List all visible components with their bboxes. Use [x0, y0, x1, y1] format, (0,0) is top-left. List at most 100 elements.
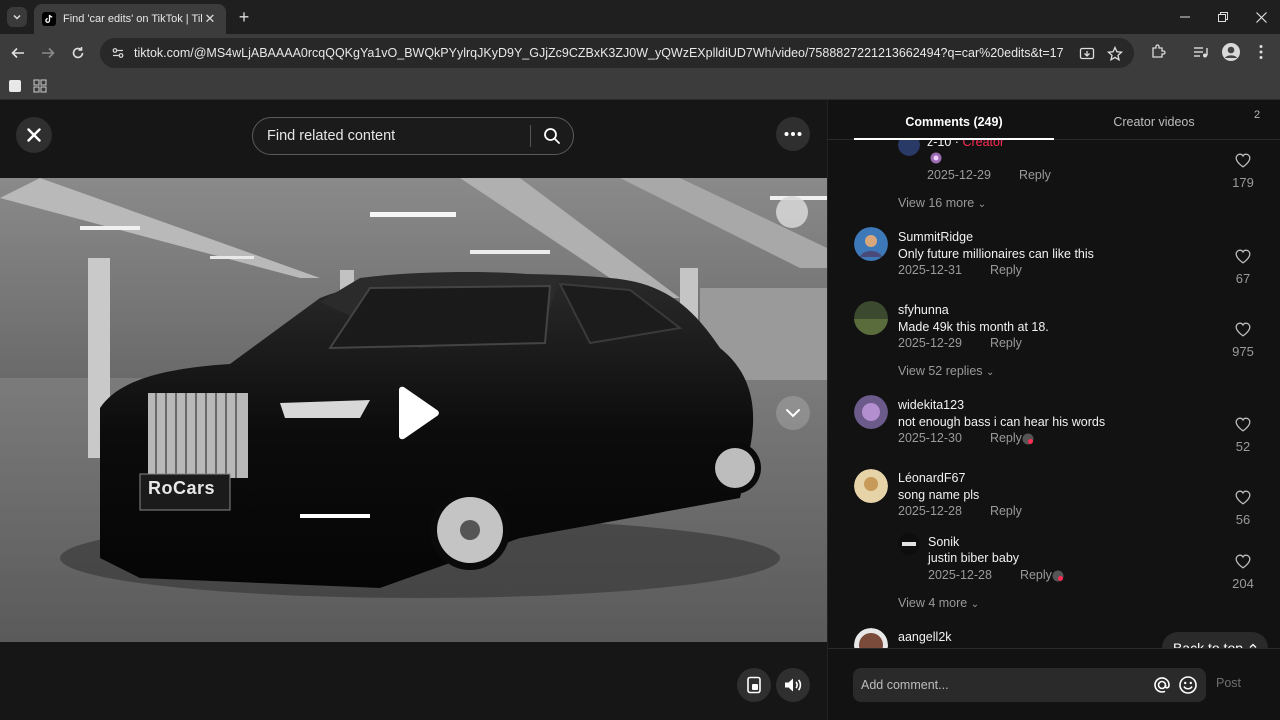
chevron-down-icon	[786, 409, 800, 418]
sticker-emoji-icon	[1052, 570, 1064, 582]
emoji-icon[interactable]	[1178, 675, 1198, 695]
avatar[interactable]	[854, 227, 888, 261]
comment-author[interactable]: aangell2k	[898, 630, 952, 644]
like-count: 56	[1235, 512, 1251, 527]
view-more-replies[interactable]: View 16 more ⌄	[898, 196, 986, 210]
heart-icon	[1235, 249, 1251, 264]
comment-meta: 2025-12-28 Reply	[898, 504, 1022, 518]
play-icon[interactable]	[393, 386, 441, 440]
profile-avatar[interactable]	[1220, 41, 1242, 63]
forward-button[interactable]	[36, 41, 60, 65]
post-button[interactable]: Post	[1216, 676, 1241, 690]
volume-icon	[785, 678, 802, 692]
address-toolbar: tiktok.com/@MS4wLjABAAAA0rcqQQKgYa1vO_BW…	[0, 34, 1280, 72]
restore-button[interactable]	[1204, 0, 1242, 34]
heart-icon	[1235, 417, 1251, 432]
minimize-button[interactable]	[1166, 0, 1204, 34]
sticker-emoji-icon	[1022, 433, 1034, 445]
search-button[interactable]	[531, 118, 573, 154]
comment-author[interactable]: LéonardF67	[898, 471, 965, 485]
reply-button[interactable]: Reply	[990, 336, 1022, 350]
related-search-box	[252, 117, 574, 155]
browser-menu-icon[interactable]	[1250, 41, 1272, 63]
like-count: 204	[1232, 576, 1254, 591]
like-button[interactable]: 204	[1228, 554, 1258, 591]
comment-author[interactable]: z-10 · Creator	[927, 140, 1004, 149]
bookmark-page-icon[interactable]	[7, 78, 23, 94]
more-dots-icon	[784, 132, 802, 136]
tab-extra-count: 2	[1254, 109, 1261, 121]
bookmark-star-icon[interactable]	[1106, 45, 1124, 63]
comment-author[interactable]: SummitRidge	[898, 230, 973, 244]
view-more-replies[interactable]: View 52 replies ⌄	[898, 364, 994, 378]
reload-button[interactable]	[66, 41, 90, 65]
active-tab[interactable]: Find 'car edits' on TikTok | TikTok ✕	[34, 4, 226, 34]
more-options-button[interactable]	[776, 117, 810, 151]
view-more-replies[interactable]: View 4 more ⌄	[898, 596, 979, 610]
volume-button[interactable]	[776, 668, 810, 702]
video-frame[interactable]: RoCars	[0, 178, 827, 642]
apps-grid-icon[interactable]	[32, 78, 48, 94]
avatar[interactable]	[898, 140, 920, 156]
reply-button[interactable]: Reply	[1020, 568, 1052, 582]
picture-in-picture-button[interactable]	[737, 668, 771, 702]
tab-search-button[interactable]	[7, 7, 27, 27]
heart-icon	[1235, 490, 1251, 505]
browser-tab-strip: Find 'car edits' on TikTok | TikTok ✕ +	[0, 0, 1280, 34]
close-video-button[interactable]	[16, 117, 52, 153]
comment-author[interactable]: Sonik	[928, 535, 959, 549]
avatar[interactable]	[854, 301, 888, 335]
search-icon	[544, 128, 560, 144]
back-to-top-label: Back to top	[1172, 640, 1244, 648]
reply-button[interactable]: Reply	[990, 504, 1022, 518]
reply-button[interactable]: Reply	[990, 431, 1022, 445]
back-button[interactable]	[6, 41, 30, 65]
comment-author[interactable]: widekita123	[898, 398, 964, 412]
tab-comments[interactable]: Comments (249)	[854, 100, 1054, 140]
next-video-button[interactable]	[776, 396, 810, 430]
like-button[interactable]: 67	[1228, 249, 1258, 286]
tiktok-video-page: RoCars Comments (249) Creator videos 2 z…	[0, 100, 1280, 720]
video-watermark-text: RoCars	[148, 478, 216, 498]
tab-close-icon[interactable]: ✕	[202, 11, 218, 27]
arrow-right-icon	[42, 47, 55, 59]
address-bar[interactable]: tiktok.com/@MS4wLjABAAAA0rcqQQKgYa1vO_BW…	[100, 38, 1134, 68]
install-app-icon[interactable]	[1078, 45, 1096, 63]
tiktok-favicon-icon	[42, 12, 56, 26]
back-to-top-button[interactable]: Back to top	[1162, 632, 1268, 648]
arrow-left-icon	[11, 47, 24, 59]
url-text: tiktok.com/@MS4wLjABAAAA0rcqQQKgYa1vO_BW…	[134, 46, 1064, 60]
related-search-input[interactable]	[253, 128, 530, 144]
new-tab-button[interactable]: +	[234, 7, 254, 27]
site-info-icon[interactable]	[110, 45, 126, 61]
comment-composer: Post	[828, 648, 1280, 720]
avatar[interactable]	[898, 533, 920, 555]
like-button[interactable]: 179	[1228, 153, 1258, 190]
bookmarks-bar	[0, 72, 1280, 100]
sticker-emoji-icon	[930, 152, 942, 164]
comment-meta: 2025-12-31 Reply	[898, 263, 1022, 277]
reply-button[interactable]: Reply	[990, 263, 1022, 277]
comment-meta: 2025-12-28 Reply	[928, 568, 1052, 582]
comments-panel: Comments (249) Creator videos 2 z-10 · C…	[827, 100, 1280, 720]
video-player-area: RoCars	[0, 100, 827, 720]
avatar[interactable]	[854, 395, 888, 429]
avatar[interactable]	[854, 628, 888, 648]
media-controls-icon[interactable]	[1190, 41, 1212, 63]
chevron-down-icon	[13, 14, 21, 20]
like-button[interactable]: 56	[1228, 490, 1258, 527]
panel-tabs: Comments (249) Creator videos 2	[828, 100, 1280, 140]
tab-creator-videos[interactable]: Creator videos	[1054, 100, 1254, 140]
comment-input[interactable]	[861, 678, 1152, 692]
comment-list[interactable]: z-10 · Creator 2025-12-29 Reply 179 View …	[828, 140, 1280, 648]
close-icon	[1255, 11, 1267, 23]
like-button[interactable]: 52	[1228, 417, 1258, 454]
avatar[interactable]	[854, 469, 888, 503]
extensions-icon[interactable]	[1147, 41, 1169, 63]
reply-button[interactable]: Reply	[1019, 168, 1051, 182]
close-window-button[interactable]	[1242, 0, 1280, 34]
comment-author[interactable]: sfyhunna	[898, 303, 949, 317]
like-button[interactable]: 975	[1228, 322, 1258, 359]
comment-text: Made 49k this month at 18.	[898, 320, 1049, 334]
mention-at-icon[interactable]	[1152, 675, 1172, 695]
